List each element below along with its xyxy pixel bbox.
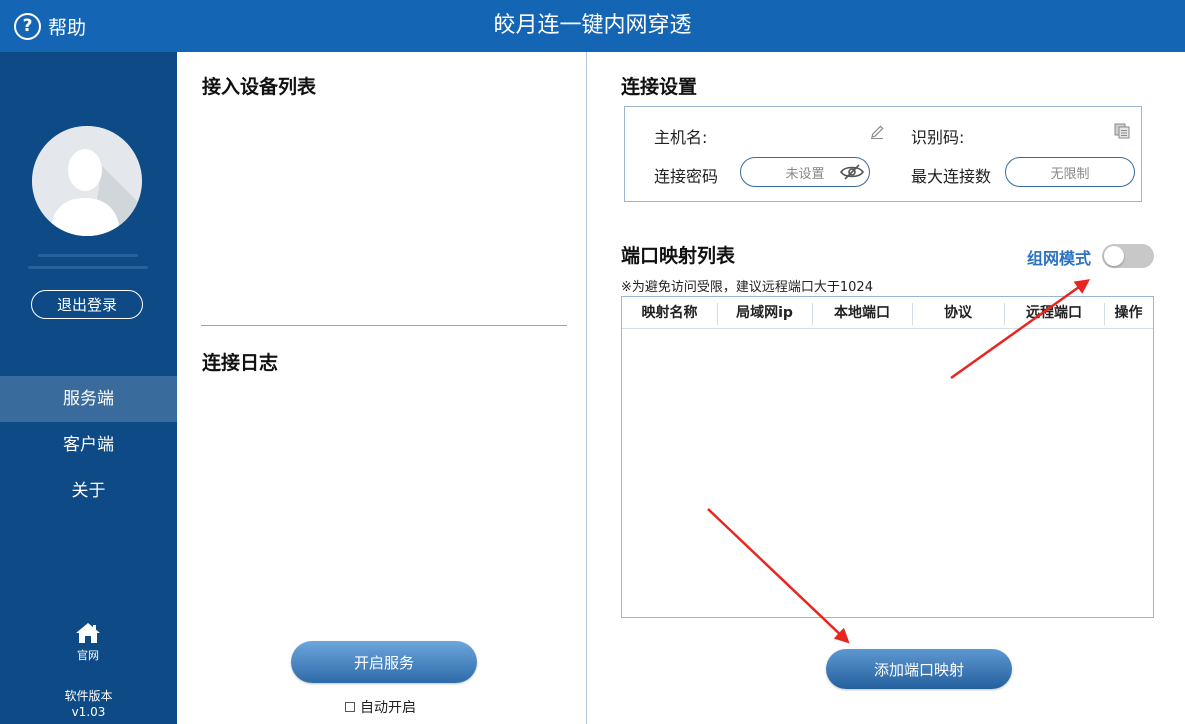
copy-icon[interactable] (1113, 122, 1131, 140)
table-header: 映射名称 局域网ip 本地端口 协议 远程端口 操作 (622, 297, 1153, 329)
column-header-remote-port: 远程端口 (1026, 305, 1082, 321)
max-connections-label: 最大连接数 (911, 167, 992, 186)
network-mode-label: 组网模式 (1027, 249, 1092, 268)
version-info: 软件版本 v1.03 (0, 688, 177, 720)
password-placeholder: 未设置 (785, 166, 825, 182)
checkbox-box[interactable] (345, 702, 355, 712)
version-label: 软件版本 (64, 689, 113, 703)
max-connections-input[interactable]: 无限制 (1005, 157, 1135, 187)
add-port-mapping-button[interactable]: 添加端口映射 (826, 649, 1012, 689)
official-site-link[interactable]: 官网 (58, 622, 118, 663)
column-header-lan-ip: 局域网ip (736, 305, 793, 321)
official-site-label: 官网 (77, 649, 99, 662)
house-icon (76, 623, 100, 643)
port-mapping-table: 映射名称 局域网ip 本地端口 协议 远程端口 操作 (621, 296, 1154, 618)
title-bar: ? 帮助 皎月连一键内网穿透 (0, 0, 1185, 52)
autostart-label: 自动开启 (360, 700, 416, 716)
start-service-button[interactable]: 开启服务 (291, 641, 477, 683)
sidebar-nav: 服务端 客户端 关于 (0, 376, 177, 514)
sidebar-item-about[interactable]: 关于 (0, 468, 177, 514)
port-mapping-title: 端口映射列表 (621, 245, 736, 267)
connection-settings-title: 连接设置 (621, 76, 698, 98)
toggle-knob (1104, 246, 1124, 266)
divider (201, 325, 567, 326)
network-mode-toggle[interactable] (1102, 244, 1154, 268)
settings-panel: 连接设置 主机名: 识别码: 连接密码 未设置 最大连接数 无限制 端口映射列表… (587, 52, 1185, 724)
column-header-mapping-name: 映射名称 (641, 305, 698, 321)
devices-panel: 接入设备列表 连接日志 开启服务 自动开启 (177, 52, 586, 724)
sidebar: 退出登录 服务端 客户端 关于 官网 软件版本 v1.03 (0, 52, 177, 724)
sidebar-item-server[interactable]: 服务端 (0, 376, 177, 422)
log-title: 连接日志 (202, 352, 279, 374)
version-value: v1.03 (71, 705, 106, 719)
password-input[interactable]: 未设置 (740, 157, 870, 187)
app-window: ? 帮助 皎月连一键内网穿透 退出登录 服务端 客户端 关于 官网 软件版本 v… (0, 0, 1185, 724)
hostname-label: 主机名: (654, 128, 708, 147)
connection-settings-box: 主机名: 识别码: 连接密码 未设置 最大连接数 无限制 (624, 106, 1142, 202)
username-blurred (28, 252, 148, 274)
eye-slash-icon[interactable] (839, 163, 865, 181)
port-hint: ※为避免访问受限，建议远程端口大于1024 (621, 280, 873, 295)
column-header-local-port: 本地端口 (834, 305, 890, 321)
logout-button[interactable]: 退出登录 (31, 290, 143, 319)
autostart-checkbox[interactable]: 自动开启 (345, 697, 416, 717)
app-title: 皎月连一键内网穿透 (493, 13, 692, 38)
user-silhouette-icon (32, 126, 142, 236)
password-label: 连接密码 (654, 167, 719, 186)
devices-title: 接入设备列表 (202, 76, 317, 98)
sidebar-item-client[interactable]: 客户端 (0, 422, 177, 468)
id-label: 识别码: (911, 128, 965, 147)
avatar[interactable] (32, 126, 142, 236)
column-header-actions: 操作 (1114, 305, 1143, 321)
pencil-icon[interactable] (869, 124, 885, 140)
column-header-protocol: 协议 (944, 305, 972, 321)
max-connections-value: 无限制 (1050, 166, 1090, 182)
